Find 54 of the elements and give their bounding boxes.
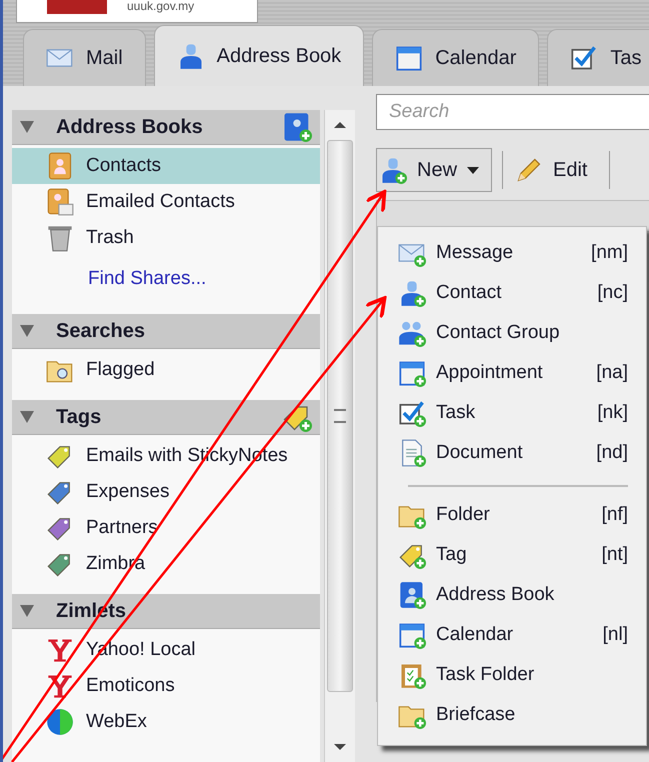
menu-item[interactable]: Message [nm]: [398, 233, 628, 273]
sidebar-item[interactable]: Emoticons: [12, 668, 320, 704]
add-calendar-icon: [398, 359, 426, 387]
logo-text: uuuk.gov.my: [127, 0, 194, 12]
section-title: Address Books: [56, 116, 204, 138]
menu-item[interactable]: Contact Group: [398, 313, 628, 353]
logo-icon: [47, 0, 107, 14]
menu-item[interactable]: Task Folder: [398, 655, 628, 695]
sidebar-item[interactable]: Partners: [12, 510, 320, 546]
collapse-triangle-icon[interactable]: [20, 325, 34, 337]
menu-item[interactable]: Folder [nf]: [398, 495, 628, 535]
menu-item[interactable]: Address Book: [398, 575, 628, 615]
add-address-book-icon: [398, 581, 426, 609]
calendar-icon: [395, 44, 424, 72]
find-shares-link[interactable]: Find Shares...: [12, 256, 320, 302]
menu-item[interactable]: Document [nd]: [398, 433, 628, 473]
caret-icon: [467, 166, 480, 174]
section-header[interactable]: Tags: [12, 400, 320, 435]
sidebar-item[interactable]: Flagged: [12, 352, 320, 388]
app-tab[interactable]: Mail: [23, 29, 146, 86]
section-title: Searches: [56, 320, 146, 342]
sidebar-item[interactable]: Expenses: [12, 474, 320, 510]
add-people-icon: [398, 319, 426, 347]
menu-item[interactable]: Contact [nc]: [398, 273, 628, 313]
scrollbar[interactable]: [324, 110, 355, 762]
menu-item[interactable]: Calendar [nl]: [398, 615, 628, 655]
add-address-book-icon[interactable]: [282, 112, 312, 142]
sidebar-item[interactable]: WebEx: [12, 704, 320, 740]
trash-icon: [46, 224, 74, 252]
new-button[interactable]: New: [376, 148, 492, 192]
menu-item[interactable]: Tag [nt]: [398, 535, 628, 575]
search-field[interactable]: Search: [376, 94, 649, 130]
menu-item[interactable]: Briefcase: [398, 695, 628, 735]
contact-book-icon: [46, 152, 74, 180]
collapse-triangle-icon[interactable]: [20, 605, 34, 617]
app-tab[interactable]: Address Book: [154, 25, 364, 86]
contact-book-icon: [46, 188, 74, 216]
add-calendar-icon: [398, 621, 426, 649]
add-checkbox-icon: [398, 399, 426, 427]
section-title: Tags: [56, 406, 102, 428]
edit-button[interactable]: Edit: [513, 148, 600, 192]
sidebar-item[interactable]: Contacts: [12, 148, 320, 184]
app-tab[interactable]: Tas: [547, 29, 649, 86]
collapse-triangle-icon[interactable]: [20, 411, 34, 423]
sidebar-item[interactable]: Trash: [12, 220, 320, 256]
menu-item[interactable]: Task [nk]: [398, 393, 628, 433]
menu-item[interactable]: Appointment [na]: [398, 353, 628, 393]
sidebar-item[interactable]: Emailed Contacts: [12, 184, 320, 220]
section-header[interactable]: Address Books: [12, 110, 320, 145]
globe-icon: [46, 708, 74, 736]
section-header[interactable]: Searches: [12, 314, 320, 349]
app-tab[interactable]: Calendar: [372, 29, 540, 86]
collapse-triangle-icon[interactable]: [20, 121, 34, 133]
checkbox-icon: [570, 44, 598, 72]
